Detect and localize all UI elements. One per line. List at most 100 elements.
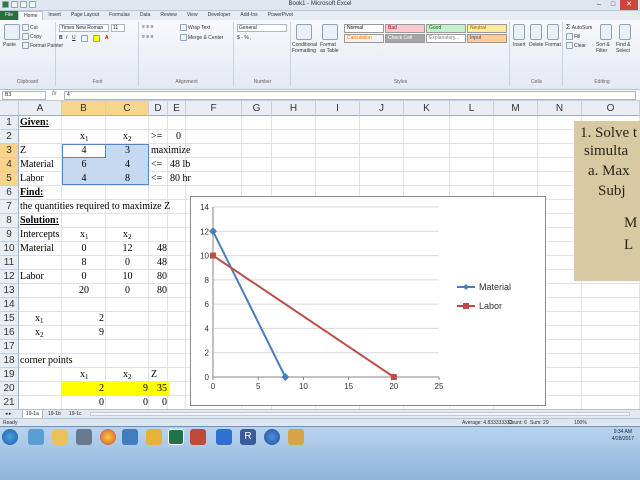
conditional-formatting-icon[interactable] [296, 24, 312, 40]
cell-e5[interactable]: 80 hr [170, 172, 191, 186]
row-header-9[interactable]: 9 [0, 228, 19, 242]
cell-e4[interactable]: 48 lb [170, 158, 190, 172]
cell-d21[interactable]: 0 [149, 396, 167, 409]
cell-b4[interactable]: 6 [62, 158, 106, 172]
outlook-icon[interactable] [122, 429, 138, 445]
column-header-n[interactable]: N [538, 101, 582, 116]
cell-d2[interactable]: >= [151, 130, 162, 144]
cell-d20[interactable]: 35 [149, 382, 167, 396]
column-header-j[interactable]: J [360, 101, 404, 116]
cell-b15[interactable]: 2 [62, 312, 104, 326]
cell-a6[interactable]: Find: [20, 186, 43, 200]
sort-filter-icon[interactable] [600, 24, 612, 40]
column-header-l[interactable]: L [450, 101, 494, 116]
column-header-a[interactable]: A [19, 101, 62, 116]
folder-icon[interactable] [146, 429, 162, 445]
font-name-select[interactable]: Times New Roman [59, 24, 109, 32]
format-as-table-icon[interactable] [322, 24, 338, 40]
row-header-7[interactable]: 7 [0, 200, 19, 214]
italic-button[interactable]: I [66, 35, 67, 41]
fill-button[interactable]: Fill [566, 33, 580, 40]
cell-style-neutral[interactable]: Neutral [467, 24, 507, 33]
row-header-17[interactable]: 17 [0, 340, 19, 354]
cell-a5[interactable]: Labor [20, 172, 44, 186]
cell-d3[interactable]: maximize [151, 144, 190, 158]
underline-button[interactable]: U [72, 35, 76, 41]
format-icon[interactable] [547, 24, 559, 40]
column-header-m[interactable]: M [494, 101, 538, 116]
tab-add-ins[interactable]: Add-Ins [235, 11, 262, 20]
column-header-h[interactable]: H [272, 101, 316, 116]
sheet-nav-arrows[interactable]: ◂ ▸ [2, 410, 14, 418]
row-header-20[interactable]: 20 [0, 382, 19, 396]
format-button[interactable]: Format [545, 42, 561, 48]
cell-style-check-cell[interactable]: Check Cell [385, 34, 425, 43]
row-header-3[interactable]: 3 [0, 144, 19, 158]
insert-icon[interactable] [513, 24, 525, 40]
delete-icon[interactable] [530, 24, 542, 40]
paste-icon[interactable] [4, 24, 20, 40]
row-header-8[interactable]: 8 [0, 214, 19, 228]
bold-button[interactable]: B [59, 35, 63, 41]
cell-style-good[interactable]: Good [426, 24, 466, 33]
row-header-18[interactable]: 18 [0, 354, 19, 368]
delete-button[interactable]: Delete [529, 42, 543, 48]
tab-insert[interactable]: Insert [43, 11, 66, 20]
cell-a1[interactable]: Given: [20, 116, 49, 130]
tab-developer[interactable]: Developer [203, 11, 236, 20]
copy-button[interactable]: Copy [22, 33, 42, 40]
find-select-icon[interactable] [619, 24, 631, 40]
chrome-icon[interactable] [100, 429, 116, 445]
sheet-tab-19-1c[interactable]: 19-1c [66, 410, 85, 418]
font-size-select[interactable]: 11 [111, 24, 125, 32]
align-top-icon[interactable]: ≡ ≡ ≡ [142, 24, 154, 30]
cell-a3[interactable]: Z [20, 144, 26, 158]
browser-icon[interactable] [264, 429, 280, 445]
number-format-select[interactable]: General [237, 24, 287, 32]
align-left-icon[interactable]: ≡ ≡ ≡ [142, 34, 154, 40]
app-icon[interactable] [288, 429, 304, 445]
cell-c5[interactable]: 8 [106, 172, 149, 186]
row-header-15[interactable]: 15 [0, 312, 19, 326]
fx-icon[interactable]: fx [52, 91, 57, 97]
cell-c3[interactable]: 3 [106, 144, 149, 158]
cell-b21[interactable]: 0 [62, 396, 104, 409]
sort-filter-button[interactable]: Sort & Filter [596, 42, 614, 54]
textbook-picture[interactable]: 1. Solve t simulta a. Max Subj M L [574, 121, 640, 281]
row-header-1[interactable]: 1 [0, 116, 19, 130]
file-explorer-icon[interactable] [52, 429, 68, 445]
font-color-button[interactable]: A [105, 35, 109, 41]
tab-review[interactable]: Review [155, 11, 181, 20]
cell-style-normal[interactable]: Normal [344, 24, 384, 33]
cell-a16[interactable]: x2 [35, 326, 44, 342]
line-chart[interactable]: 0 2 4 6 8 10 12 14 0 5 10 15 20 25 Material Labor [190, 196, 546, 406]
format-as-table-button[interactable]: Format as Table [320, 42, 342, 54]
select-all-corner[interactable] [0, 101, 19, 116]
internet-explorer-icon[interactable] [28, 429, 44, 445]
cell-b5[interactable]: 4 [62, 172, 106, 186]
cell-b20[interactable]: 2 [62, 382, 104, 396]
tab-powerpivot[interactable]: PowerPivot [263, 11, 298, 20]
paste-button[interactable]: Paste [3, 42, 16, 48]
cell-a4[interactable]: Material [20, 158, 54, 172]
tab-data[interactable]: Data [135, 11, 156, 20]
sheet-tab-19-1b[interactable]: 19-1b [45, 410, 64, 418]
autosum-button[interactable]: Σ AutoSum [566, 24, 592, 31]
find-select-button[interactable]: Find & Select [616, 42, 636, 54]
cell-style-calculation[interactable]: Calculation [344, 34, 384, 43]
maximize-button[interactable]: □ [606, 0, 620, 10]
horizontal-scrollbar[interactable] [90, 412, 630, 416]
column-header-c[interactable]: C [106, 101, 149, 116]
close-button[interactable]: ✕ [620, 0, 638, 10]
currency-button[interactable]: $ - % , [237, 35, 251, 41]
r-app-icon[interactable]: R [240, 429, 256, 445]
row-header-19[interactable]: 19 [0, 368, 19, 382]
row-header-11[interactable]: 11 [0, 256, 19, 270]
cell-d4[interactable]: <= [151, 158, 162, 172]
tab-file[interactable]: File [0, 11, 19, 20]
tab-view[interactable]: View [182, 11, 203, 20]
cell-b10[interactable]: 0 [62, 242, 106, 256]
clear-button[interactable]: Clear [566, 42, 586, 49]
cell-style-explanatory[interactable]: Explanatory... [426, 34, 466, 43]
cell-a8[interactable]: Solution: [20, 214, 59, 228]
